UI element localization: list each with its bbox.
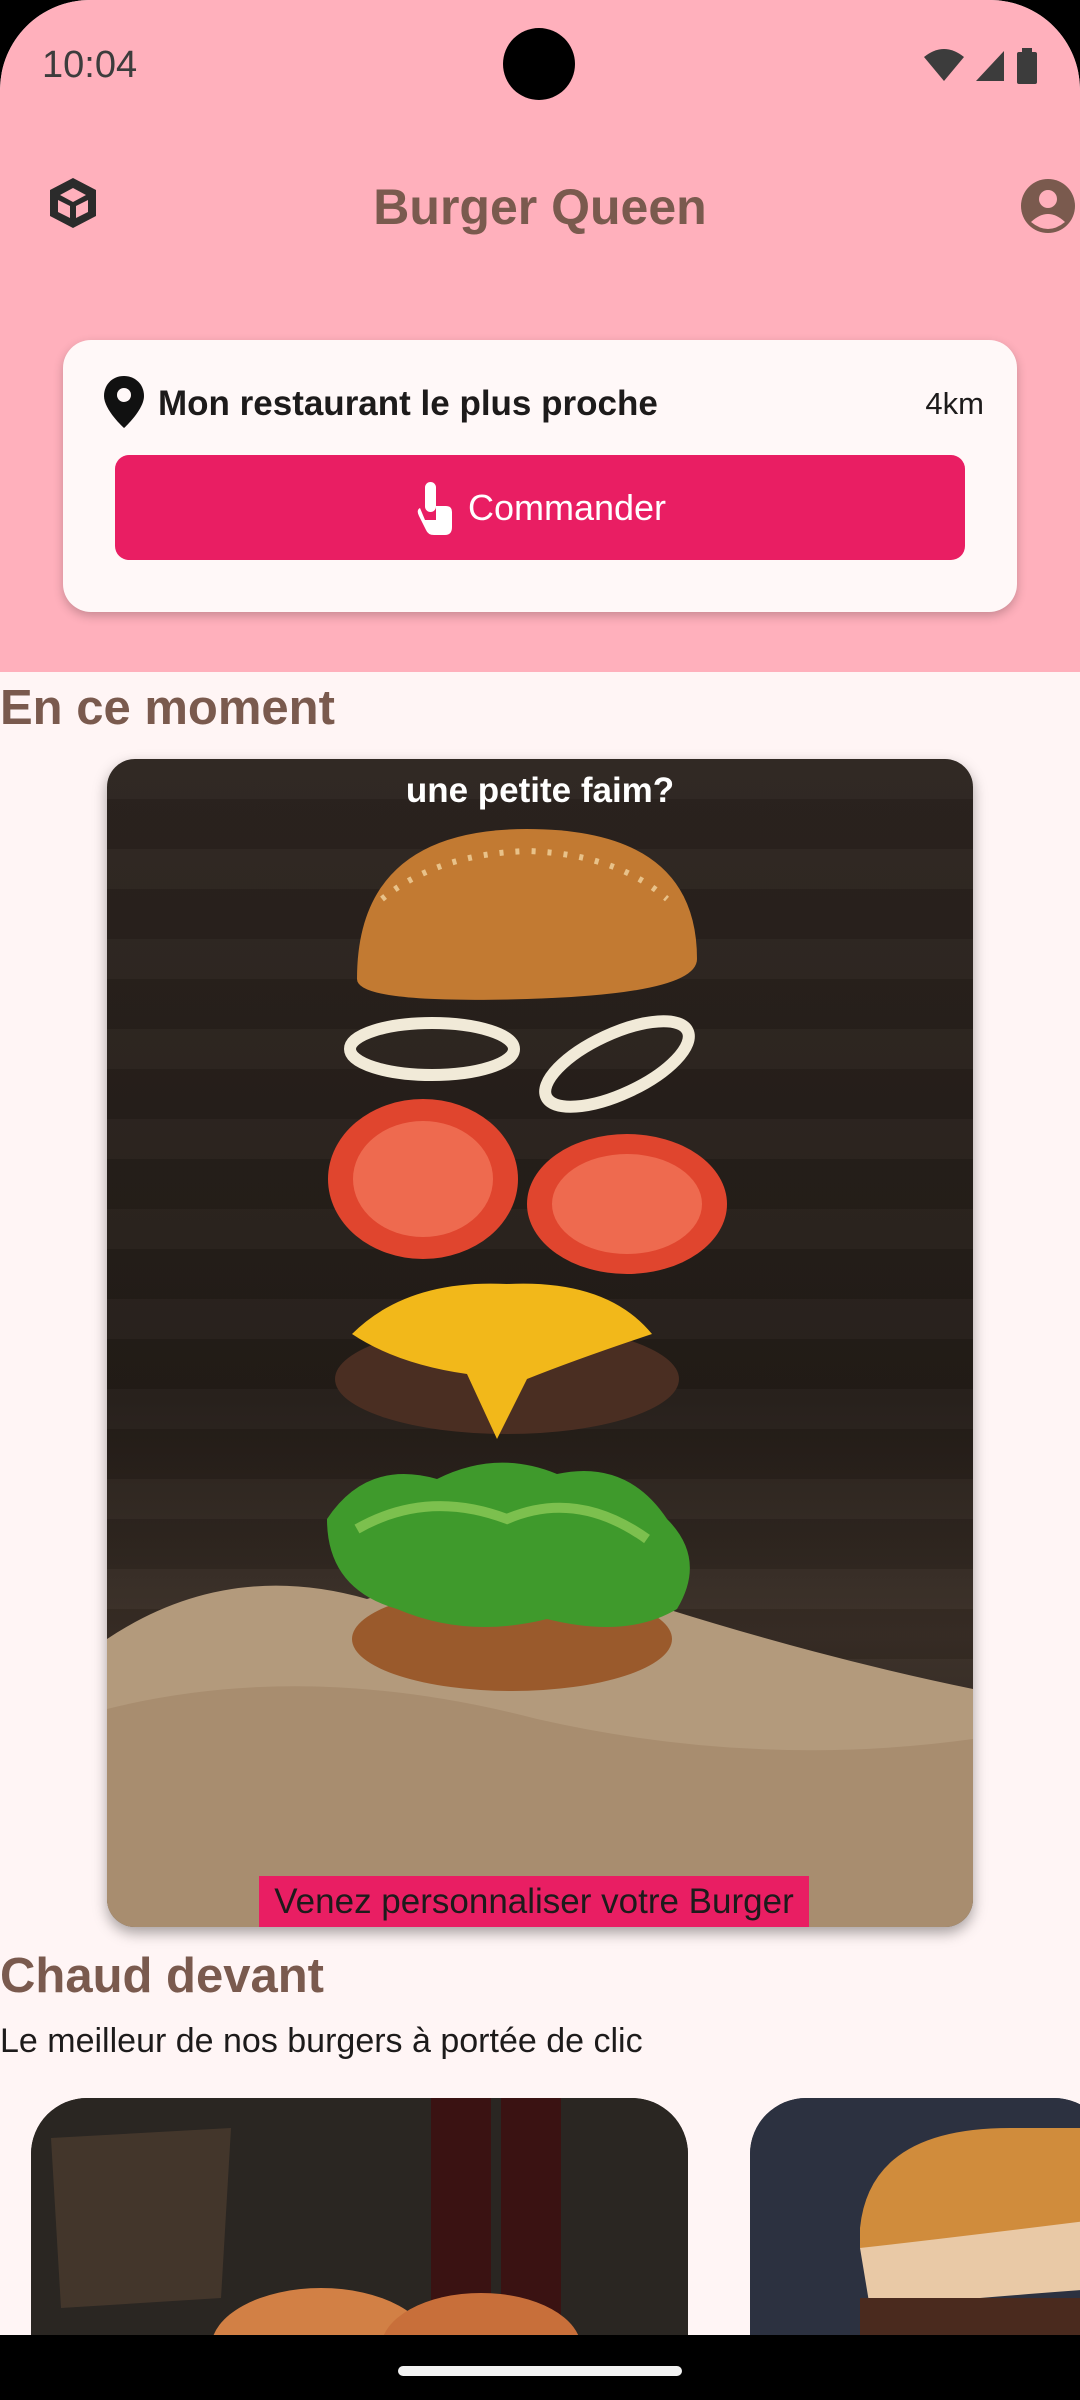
burger-card[interactable] [750,2098,1080,2335]
burger-image [107,829,973,1927]
app-title: Burger Queen [373,179,707,235]
promo-caption-top: une petite faim? [405,771,675,810]
app-bar: Burger Queen [0,150,1080,260]
touch-hand-icon [417,481,452,535]
app-screen: 10:04 Burger Queen Mon restaurant le plu… [0,0,1080,2335]
order-button-label: Commander [467,486,667,528]
signal-icon [976,51,1004,81]
account-circle-icon[interactable] [1020,178,1076,234]
promo-caption-bottom: Venez personnaliser votre Burger [259,1876,809,1927]
section-title-now: En ce moment [0,681,335,735]
location-pin-icon [104,376,144,428]
section-title-hot: Chaud devant [0,1949,324,2003]
status-bar: 10:04 [0,0,1080,135]
restaurant-distance: 4km [925,386,984,421]
status-time: 10:04 [42,44,138,86]
burger-card[interactable] [31,2098,688,2335]
order-button[interactable]: Commander [115,455,965,560]
burger-card-image [750,2098,1080,2335]
restaurant-label: Mon restaurant le plus proche [158,384,658,423]
nearest-restaurant-card: Mon restaurant le plus proche 4km Comman… [63,340,1017,612]
promo-card[interactable]: une petite faim? Venez personnaliser vot… [107,759,973,1927]
battery-icon [1017,48,1037,84]
section-subtitle-hot: Le meilleur de nos burgers à portée de c… [0,2022,643,2060]
wifi-icon [924,49,964,81]
status-icons [924,46,1038,86]
burger-card-image [31,2098,688,2335]
home-gesture-pill[interactable] [398,2366,682,2376]
camera-cutout [503,28,575,100]
